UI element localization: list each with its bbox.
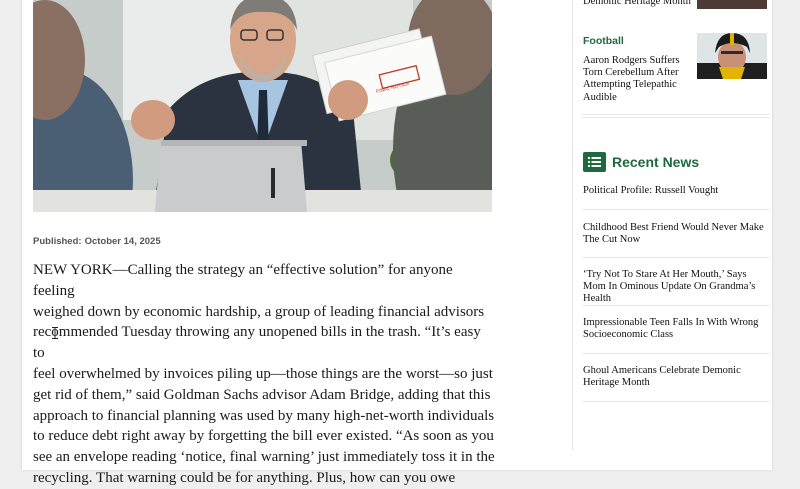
article-line: weighed down by economic hardship, a gro… <box>33 303 485 320</box>
list-separator <box>583 257 769 258</box>
article-line: get rid of them,” said Goldman Sachs adv… <box>33 386 491 403</box>
article-line: see an envelope reading ‘notice, final w… <box>33 449 495 466</box>
football-category-tag[interactable]: Football <box>583 35 624 47</box>
recent-news-item[interactable]: Impressionable Teen Falls In With Wrong … <box>583 317 769 341</box>
list-icon <box>583 152 606 172</box>
recent-news-item[interactable]: Ghoul Americans Celebrate Demonic Herita… <box>583 365 769 389</box>
article-line: NEW YORK—Calling the strategy an “effect… <box>33 262 453 299</box>
sidebar-divider <box>572 0 573 450</box>
article-line: to reduce debt right away by forgetting … <box>33 428 494 445</box>
recent-news-header: Recent News <box>583 151 699 173</box>
football-thumbnail[interactable] <box>697 33 767 79</box>
article-line: approach to financial planning was used … <box>33 407 495 424</box>
hero-illustration: FINAL NOTICE <box>33 0 492 212</box>
football-player-image <box>697 33 767 79</box>
article-line: feel overwhelmed by invoices piling up—t… <box>33 365 493 382</box>
list-separator <box>583 353 769 354</box>
list-separator <box>583 305 769 306</box>
published-date: October 14, 2025 <box>84 236 161 247</box>
list-separator <box>583 401 769 402</box>
recent-news-item[interactable]: Childhood Best Friend Would Never Make T… <box>583 222 769 246</box>
sidebar-separator <box>583 114 769 115</box>
sidebar-top-thumbnail[interactable] <box>697 0 767 9</box>
article-line: recommended Tuesday throwing any unopene… <box>33 324 481 362</box>
article-line: recycling. That warning could be for any… <box>33 469 456 486</box>
sidebar-top-headline[interactable]: Demonic Heritage Month <box>583 0 691 8</box>
text-cursor-icon <box>52 327 58 339</box>
recent-news-item[interactable]: Political Profile: Russell Vought <box>583 185 769 197</box>
article-hero-image[interactable]: FINAL NOTICE <box>33 0 492 212</box>
published-label: Published: <box>33 236 82 247</box>
football-headline-link[interactable]: Aaron Rodgers Suffers Torn Cerebellum Af… <box>583 55 693 104</box>
published-info: Published: October 14, 2025 <box>33 236 161 247</box>
list-separator <box>583 209 769 210</box>
recent-news-item[interactable]: ‘Try Not To Stare At Her Mouth,’ Says Mo… <box>583 269 769 306</box>
sidebar-separator <box>583 117 769 118</box>
article-body: NEW YORK—Calling the strategy an “effect… <box>33 260 496 489</box>
recent-news-title: Recent News <box>612 154 700 170</box>
